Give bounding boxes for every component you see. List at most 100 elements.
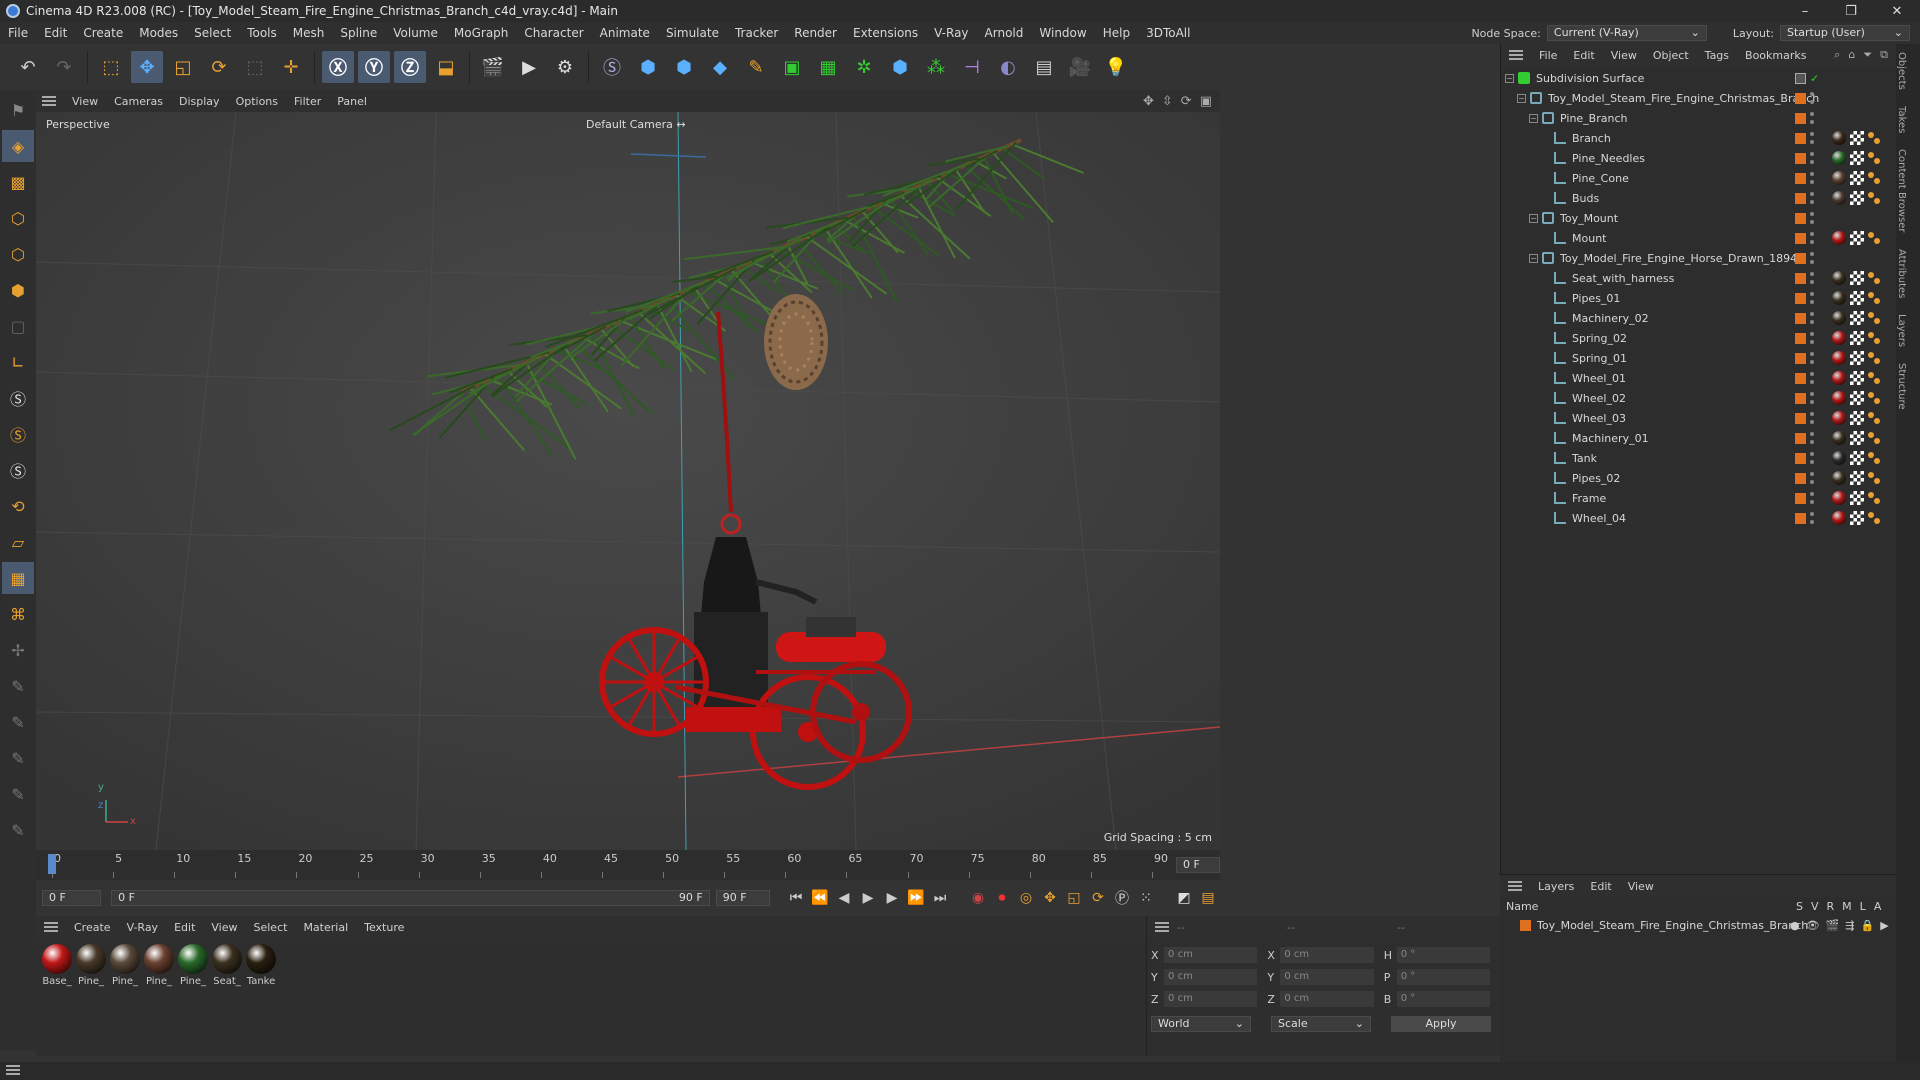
visibility-dots-icon[interactable] bbox=[1810, 352, 1814, 364]
playhead[interactable] bbox=[48, 854, 56, 874]
material-item[interactable]: Pine_ bbox=[176, 944, 210, 987]
side-tab-content-browser[interactable]: Content Browser bbox=[1896, 141, 1907, 240]
scale-dropdown[interactable]: Scale ⌄ bbox=[1271, 1016, 1371, 1032]
object-row[interactable]: Spring_02 bbox=[1505, 328, 1896, 348]
object-row[interactable]: Machinery_02 bbox=[1505, 308, 1896, 328]
z-axis-icon[interactable]: Ⓩ bbox=[394, 51, 426, 83]
coord-field-position[interactable]: 0 cm bbox=[1164, 947, 1258, 963]
menu-spline[interactable]: Spline bbox=[332, 22, 385, 44]
phong-tag-icon[interactable] bbox=[1868, 492, 1880, 504]
viewport-menu-panel[interactable]: Panel bbox=[329, 95, 375, 108]
object-row[interactable]: Pipes_01 bbox=[1505, 288, 1896, 308]
object-row[interactable]: Wheel_02 bbox=[1505, 388, 1896, 408]
texture-tag-icon[interactable] bbox=[1850, 431, 1864, 445]
menu-tools[interactable]: Tools bbox=[239, 22, 285, 44]
layer-color-icon[interactable] bbox=[1795, 252, 1806, 264]
solo-icon[interactable]: ● bbox=[1790, 919, 1800, 932]
subdivision-icon[interactable]: ▣ bbox=[776, 51, 808, 83]
hamburger-menu-icon[interactable] bbox=[44, 922, 58, 932]
extrude-icon[interactable]: ▦ bbox=[812, 51, 844, 83]
visibility-dots-icon[interactable] bbox=[1810, 252, 1814, 264]
side-tab-layers[interactable]: Layers bbox=[1896, 306, 1907, 355]
minimize-button[interactable]: – bbox=[1782, 0, 1828, 22]
material-tag-icon[interactable] bbox=[1832, 231, 1846, 245]
menu-volume[interactable]: Volume bbox=[385, 22, 446, 44]
material-menu-view[interactable]: View bbox=[203, 921, 245, 934]
hamburger-menu-icon[interactable] bbox=[1155, 922, 1169, 932]
object-row[interactable]: − Pine_Branch bbox=[1505, 108, 1896, 128]
phong-tag-icon[interactable] bbox=[1868, 192, 1880, 204]
material-tag-icon[interactable] bbox=[1832, 371, 1846, 385]
object-row[interactable]: Wheel_03 bbox=[1505, 408, 1896, 428]
visibility-dots-icon[interactable] bbox=[1810, 132, 1814, 144]
phong-tag-icon[interactable] bbox=[1868, 472, 1880, 484]
visibility-dots-icon[interactable] bbox=[1810, 512, 1814, 524]
collapse-toggle-icon[interactable]: − bbox=[1529, 253, 1538, 263]
material-tag-icon[interactable] bbox=[1832, 391, 1846, 405]
material-tag-icon[interactable] bbox=[1832, 191, 1846, 205]
render-icon[interactable]: 🎬 bbox=[1826, 919, 1840, 932]
layer-color-icon[interactable] bbox=[1795, 392, 1806, 404]
object-menu-tags[interactable]: Tags bbox=[1697, 49, 1737, 62]
material-tag-icon[interactable] bbox=[1832, 451, 1846, 465]
object-row[interactable]: Machinery_01 bbox=[1505, 428, 1896, 448]
motion-icon[interactable]: ◩ bbox=[1172, 886, 1196, 910]
texture-tag-icon[interactable] bbox=[1850, 331, 1864, 345]
visibility-dots-icon[interactable] bbox=[1810, 172, 1814, 184]
material-tag-icon[interactable] bbox=[1832, 411, 1846, 425]
visibility-dots-icon[interactable] bbox=[1810, 212, 1814, 224]
material-menu-texture[interactable]: Texture bbox=[356, 921, 412, 934]
field-icon[interactable]: ◐ bbox=[992, 51, 1024, 83]
menu-v-ray[interactable]: V-Ray bbox=[926, 22, 976, 44]
vray-icon[interactable]: Ⓢ bbox=[596, 51, 628, 83]
edit-toggle-icon[interactable] bbox=[1795, 72, 1806, 84]
material-menu-edit[interactable]: Edit bbox=[166, 921, 203, 934]
material-tag-icon[interactable] bbox=[1832, 271, 1846, 285]
object-row[interactable]: Tank bbox=[1505, 448, 1896, 468]
menu-tracker[interactable]: Tracker bbox=[727, 22, 786, 44]
play-icon[interactable]: ▶ bbox=[856, 886, 880, 910]
animation-icon[interactable]: ▶ bbox=[1880, 919, 1888, 932]
phong-tag-icon[interactable] bbox=[1868, 372, 1880, 384]
y-axis-icon[interactable]: Ⓨ bbox=[358, 51, 390, 83]
object-row[interactable]: Pipes_02 bbox=[1505, 468, 1896, 488]
phong-tag-icon[interactable] bbox=[1868, 232, 1880, 244]
layer-color-icon[interactable] bbox=[1795, 212, 1806, 224]
menu-render[interactable]: Render bbox=[786, 22, 845, 44]
visibility-dots-icon[interactable] bbox=[1810, 332, 1814, 344]
menu-modes[interactable]: Modes bbox=[131, 22, 186, 44]
layer-menu-edit[interactable]: Edit bbox=[1582, 880, 1619, 893]
collapse-toggle-icon[interactable]: − bbox=[1505, 73, 1514, 83]
phong-tag-icon[interactable] bbox=[1868, 272, 1880, 284]
texture-tag-icon[interactable] bbox=[1850, 231, 1864, 245]
viewport-menu-options[interactable]: Options bbox=[228, 95, 286, 108]
layer-color-icon[interactable] bbox=[1795, 292, 1806, 304]
phong-tag-icon[interactable] bbox=[1868, 432, 1880, 444]
material-item[interactable]: Base_ bbox=[40, 944, 74, 987]
collapse-toggle-icon[interactable]: − bbox=[1529, 113, 1538, 123]
viewport-camera-label[interactable]: Default Camera ↔ bbox=[586, 118, 686, 131]
layer-color-icon[interactable] bbox=[1795, 352, 1806, 364]
phong-tag-icon[interactable] bbox=[1868, 352, 1880, 364]
object-menu-object[interactable]: Object bbox=[1645, 49, 1697, 62]
material-menu-select[interactable]: Select bbox=[246, 921, 296, 934]
hamburger-menu-icon[interactable] bbox=[42, 96, 56, 106]
material-item[interactable]: Seat_ bbox=[210, 944, 244, 987]
visibility-dots-icon[interactable] bbox=[1810, 392, 1814, 404]
material-tag-icon[interactable] bbox=[1832, 171, 1846, 185]
material-tag-icon[interactable] bbox=[1832, 511, 1846, 525]
autokey-icon[interactable]: ⏺ bbox=[990, 886, 1014, 910]
object-row[interactable]: − Subdivision Surface ✓ bbox=[1505, 68, 1896, 88]
side-tab-takes[interactable]: Takes bbox=[1896, 98, 1907, 141]
home-icon[interactable]: ⌂ bbox=[1848, 48, 1855, 62]
menu-animate[interactable]: Animate bbox=[592, 22, 658, 44]
layer-color-icon[interactable] bbox=[1795, 432, 1806, 444]
magnet-icon[interactable]: ⟲ bbox=[2, 490, 34, 522]
material-tag-icon[interactable] bbox=[1832, 351, 1846, 365]
move-icon[interactable]: ✥ bbox=[131, 51, 163, 83]
end-frame-field[interactable]: 90 F bbox=[715, 890, 770, 906]
position-key-icon[interactable]: ✥ bbox=[1038, 886, 1062, 910]
coord-field-position[interactable]: 0 cm bbox=[1164, 969, 1258, 985]
texture-tag-icon[interactable] bbox=[1850, 271, 1864, 285]
visibility-dots-icon[interactable] bbox=[1810, 312, 1814, 324]
